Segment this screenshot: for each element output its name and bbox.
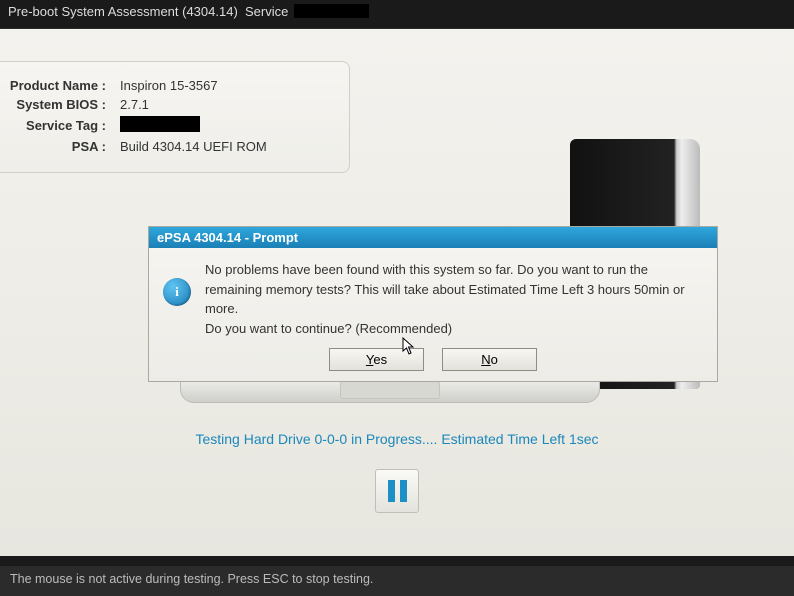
servicetag-label: Service Tag : (6, 118, 106, 133)
prompt-dialog: ePSA 4304.14 - Prompt i No problems have… (148, 226, 718, 382)
no-label: o (491, 352, 498, 367)
yes-label: es (373, 352, 387, 367)
bios-row: System BIOS : 2.7.1 (6, 95, 331, 114)
psa-label: PSA : (6, 139, 106, 154)
laptop-touchpad (340, 381, 440, 399)
footer-text: The mouse is not active during testing. … (10, 572, 373, 586)
titlebar-text: Pre-boot System Assessment (4304.14) (8, 4, 238, 19)
prompt-body: i No problems have been found with this … (149, 248, 717, 344)
status-line: Testing Hard Drive 0-0-0 in Progress....… (0, 431, 794, 447)
footer-bar: The mouse is not active during testing. … (0, 566, 794, 596)
titlebar-redacted (294, 4, 369, 18)
prompt-title: ePSA 4304.14 - Prompt (149, 227, 717, 248)
main-panel: Product Name : Inspiron 15-3567 System B… (0, 28, 794, 556)
yes-button[interactable]: Yes (329, 348, 424, 371)
no-button[interactable]: No (442, 348, 537, 371)
pause-button[interactable] (375, 469, 419, 513)
product-row: Product Name : Inspiron 15-3567 (6, 76, 331, 95)
product-value: Inspiron 15-3567 (106, 78, 218, 93)
servicetag-value (106, 116, 200, 135)
servicetag-row: Service Tag : (6, 114, 331, 137)
prompt-buttons: Yes No (149, 344, 717, 381)
titlebar-service-label: Service (245, 4, 288, 19)
prompt-line2: Do you want to continue? (Recommended) (205, 319, 703, 339)
window-titlebar: Pre-boot System Assessment (4304.14) Ser… (0, 0, 794, 22)
info-icon: i (163, 278, 191, 306)
bios-value: 2.7.1 (106, 97, 149, 112)
pause-icon (388, 480, 407, 502)
servicetag-redacted (120, 116, 200, 132)
product-label: Product Name : (6, 78, 106, 93)
prompt-text: No problems have been found with this sy… (205, 260, 703, 338)
bios-label: System BIOS : (6, 97, 106, 112)
prompt-line1: No problems have been found with this sy… (205, 260, 703, 319)
